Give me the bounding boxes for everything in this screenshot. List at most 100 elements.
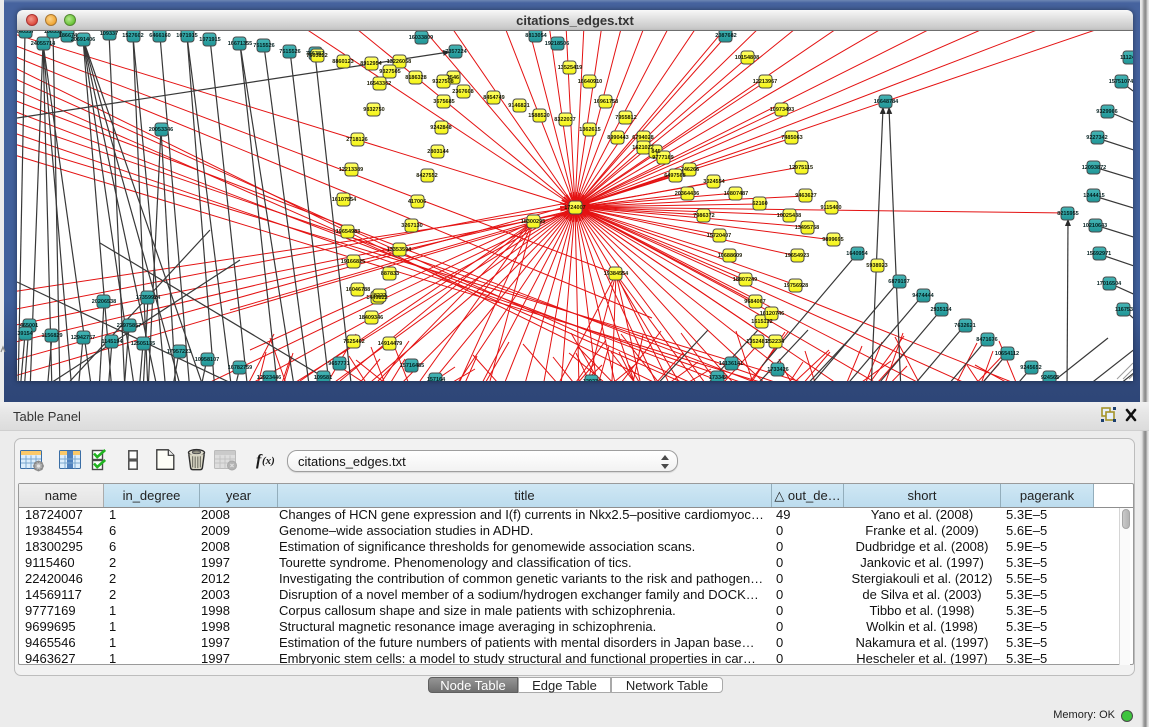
svg-text:9329966: 9329966 — [1096, 109, 1117, 115]
svg-text:1527602: 1527602 — [122, 33, 143, 39]
svg-text:12213389: 12213389 — [339, 167, 363, 173]
svg-text:16046788: 16046788 — [346, 287, 370, 293]
svg-text:9832750: 9832750 — [363, 107, 384, 113]
svg-text:1362615: 1362615 — [579, 127, 600, 133]
svg-text:62160: 62160 — [752, 201, 767, 207]
svg-text:18409346: 18409346 — [359, 315, 383, 321]
svg-text:19384554: 19384554 — [604, 271, 629, 277]
svg-text:16648784: 16648784 — [874, 99, 899, 105]
svg-text:2718126: 2718126 — [346, 137, 367, 143]
svg-text:116753: 116753 — [1115, 307, 1133, 313]
svg-text:9327505: 9327505 — [379, 69, 400, 75]
svg-text:20206538: 20206538 — [92, 299, 116, 305]
svg-text:23975857: 23975857 — [117, 323, 141, 329]
svg-text:109337: 109337 — [100, 31, 118, 37]
svg-text:7515526: 7515526 — [279, 49, 300, 55]
svg-text:9684067: 9684067 — [744, 299, 765, 305]
svg-text:15751074: 15751074 — [1109, 79, 1133, 85]
svg-text:18300295: 18300295 — [521, 219, 545, 225]
svg-text:9463627: 9463627 — [795, 193, 816, 199]
svg-text:19166825: 19166825 — [341, 259, 365, 265]
svg-text:16543362: 16543362 — [367, 81, 391, 87]
svg-text:1724007: 1724007 — [564, 205, 585, 211]
svg-text:8813054: 8813054 — [525, 33, 547, 39]
svg-text:20691406: 20691406 — [71, 37, 95, 43]
svg-text:12942757: 12942757 — [71, 335, 95, 341]
svg-text:9657771: 9657771 — [328, 361, 349, 367]
svg-text:129234: 129234 — [583, 379, 602, 381]
svg-text:16782759: 16782759 — [228, 365, 252, 371]
svg-text:3024554: 3024554 — [703, 179, 725, 185]
svg-text:12923446: 12923446 — [257, 375, 281, 381]
svg-text:9245652: 9245652 — [1020, 365, 1041, 371]
svg-text:2087682: 2087682 — [715, 33, 736, 39]
svg-text:12505135: 12505135 — [131, 341, 155, 347]
svg-text:9899695: 9899695 — [822, 237, 843, 243]
svg-text:9115460: 9115460 — [820, 205, 841, 211]
svg-text:9327508: 9327508 — [432, 79, 453, 85]
svg-text:8186328: 8186328 — [405, 75, 426, 81]
svg-text:18807249: 18807249 — [733, 277, 757, 283]
svg-text:(x): (x) — [262, 455, 275, 467]
svg-text:15716485: 15716485 — [400, 363, 424, 369]
svg-text:19654923: 19654923 — [785, 253, 809, 259]
svg-text:1145194: 1145194 — [101, 339, 123, 345]
svg-text:20364436: 20364436 — [675, 191, 699, 197]
svg-text:16033809: 16033809 — [409, 35, 433, 41]
svg-text:7625402: 7625402 — [343, 339, 364, 345]
svg-text:13353594: 13353594 — [387, 247, 412, 253]
svg-text:8222: 8222 — [374, 293, 386, 299]
svg-text:13226058: 13226058 — [387, 59, 411, 65]
svg-text:20053346: 20053346 — [149, 127, 173, 133]
svg-text:16107554: 16107554 — [332, 197, 357, 203]
svg-text:13495758: 13495758 — [795, 225, 819, 231]
svg-text:15720407: 15720407 — [707, 233, 731, 239]
svg-text:1156829: 1156829 — [41, 333, 62, 339]
svg-text:10973493: 10973493 — [770, 107, 794, 113]
svg-text:16640910: 16640910 — [578, 79, 602, 85]
svg-text:7986372: 7986372 — [693, 213, 714, 219]
svg-text:17016504: 17016504 — [1097, 281, 1122, 287]
svg-text:173342: 173342 — [709, 375, 727, 381]
svg-text:8471676: 8471676 — [976, 337, 997, 343]
svg-text:14914479: 14914479 — [378, 341, 402, 347]
svg-text:14136141: 14136141 — [719, 361, 743, 367]
svg-text:157164: 157164 — [427, 377, 446, 381]
svg-text:10154808: 10154808 — [735, 55, 759, 61]
svg-text:12975115: 12975115 — [789, 165, 813, 171]
svg-text:6466160: 6466160 — [149, 33, 170, 39]
svg-text:1352481: 1352481 — [746, 339, 767, 345]
svg-text:1071915: 1071915 — [176, 33, 197, 39]
svg-text:16671355: 16671355 — [228, 41, 252, 47]
svg-text:8912954: 8912954 — [360, 61, 382, 67]
svg-text:19756928: 19756928 — [784, 283, 808, 289]
svg-text:19654983: 19654983 — [336, 229, 360, 235]
svg-text:7357224: 7357224 — [445, 49, 467, 55]
svg-text:7515526: 7515526 — [253, 43, 274, 49]
svg-text:10807487: 10807487 — [724, 191, 748, 197]
svg-text:9242848: 9242848 — [430, 125, 451, 131]
svg-text:16120746: 16120746 — [760, 311, 784, 317]
svg-text:19218506: 19218506 — [545, 41, 569, 47]
svg-text:16961758: 16961758 — [594, 99, 618, 105]
svg-text:2935114: 2935114 — [930, 307, 952, 313]
svg-text:17957223: 17957223 — [167, 349, 191, 355]
svg-text:8860123: 8860123 — [332, 59, 353, 65]
svg-text:3267130: 3267130 — [401, 223, 422, 229]
svg-text:1733426: 1733426 — [767, 367, 788, 373]
svg-text:10025438: 10025438 — [777, 213, 801, 219]
svg-text:24055714: 24055714 — [31, 41, 56, 47]
svg-text:240557: 240557 — [17, 31, 34, 35]
svg-text:10654112: 10654112 — [995, 351, 1019, 357]
svg-text:9474444: 9474444 — [912, 293, 934, 299]
svg-text:8215955: 8215955 — [1057, 211, 1078, 217]
svg-text:10688609: 10688609 — [718, 253, 742, 259]
svg-text:2367608: 2367608 — [452, 89, 473, 95]
svg-text:2803144: 2803144 — [427, 149, 449, 155]
svg-text:13525419: 13525419 — [558, 65, 582, 71]
svg-text:9777169: 9777169 — [652, 155, 673, 161]
svg-text:111240: 111240 — [1120, 55, 1133, 61]
svg-text:417006: 417006 — [408, 199, 426, 205]
svg-text:7632621: 7632621 — [954, 323, 975, 329]
svg-text:3675685: 3675685 — [433, 99, 454, 105]
